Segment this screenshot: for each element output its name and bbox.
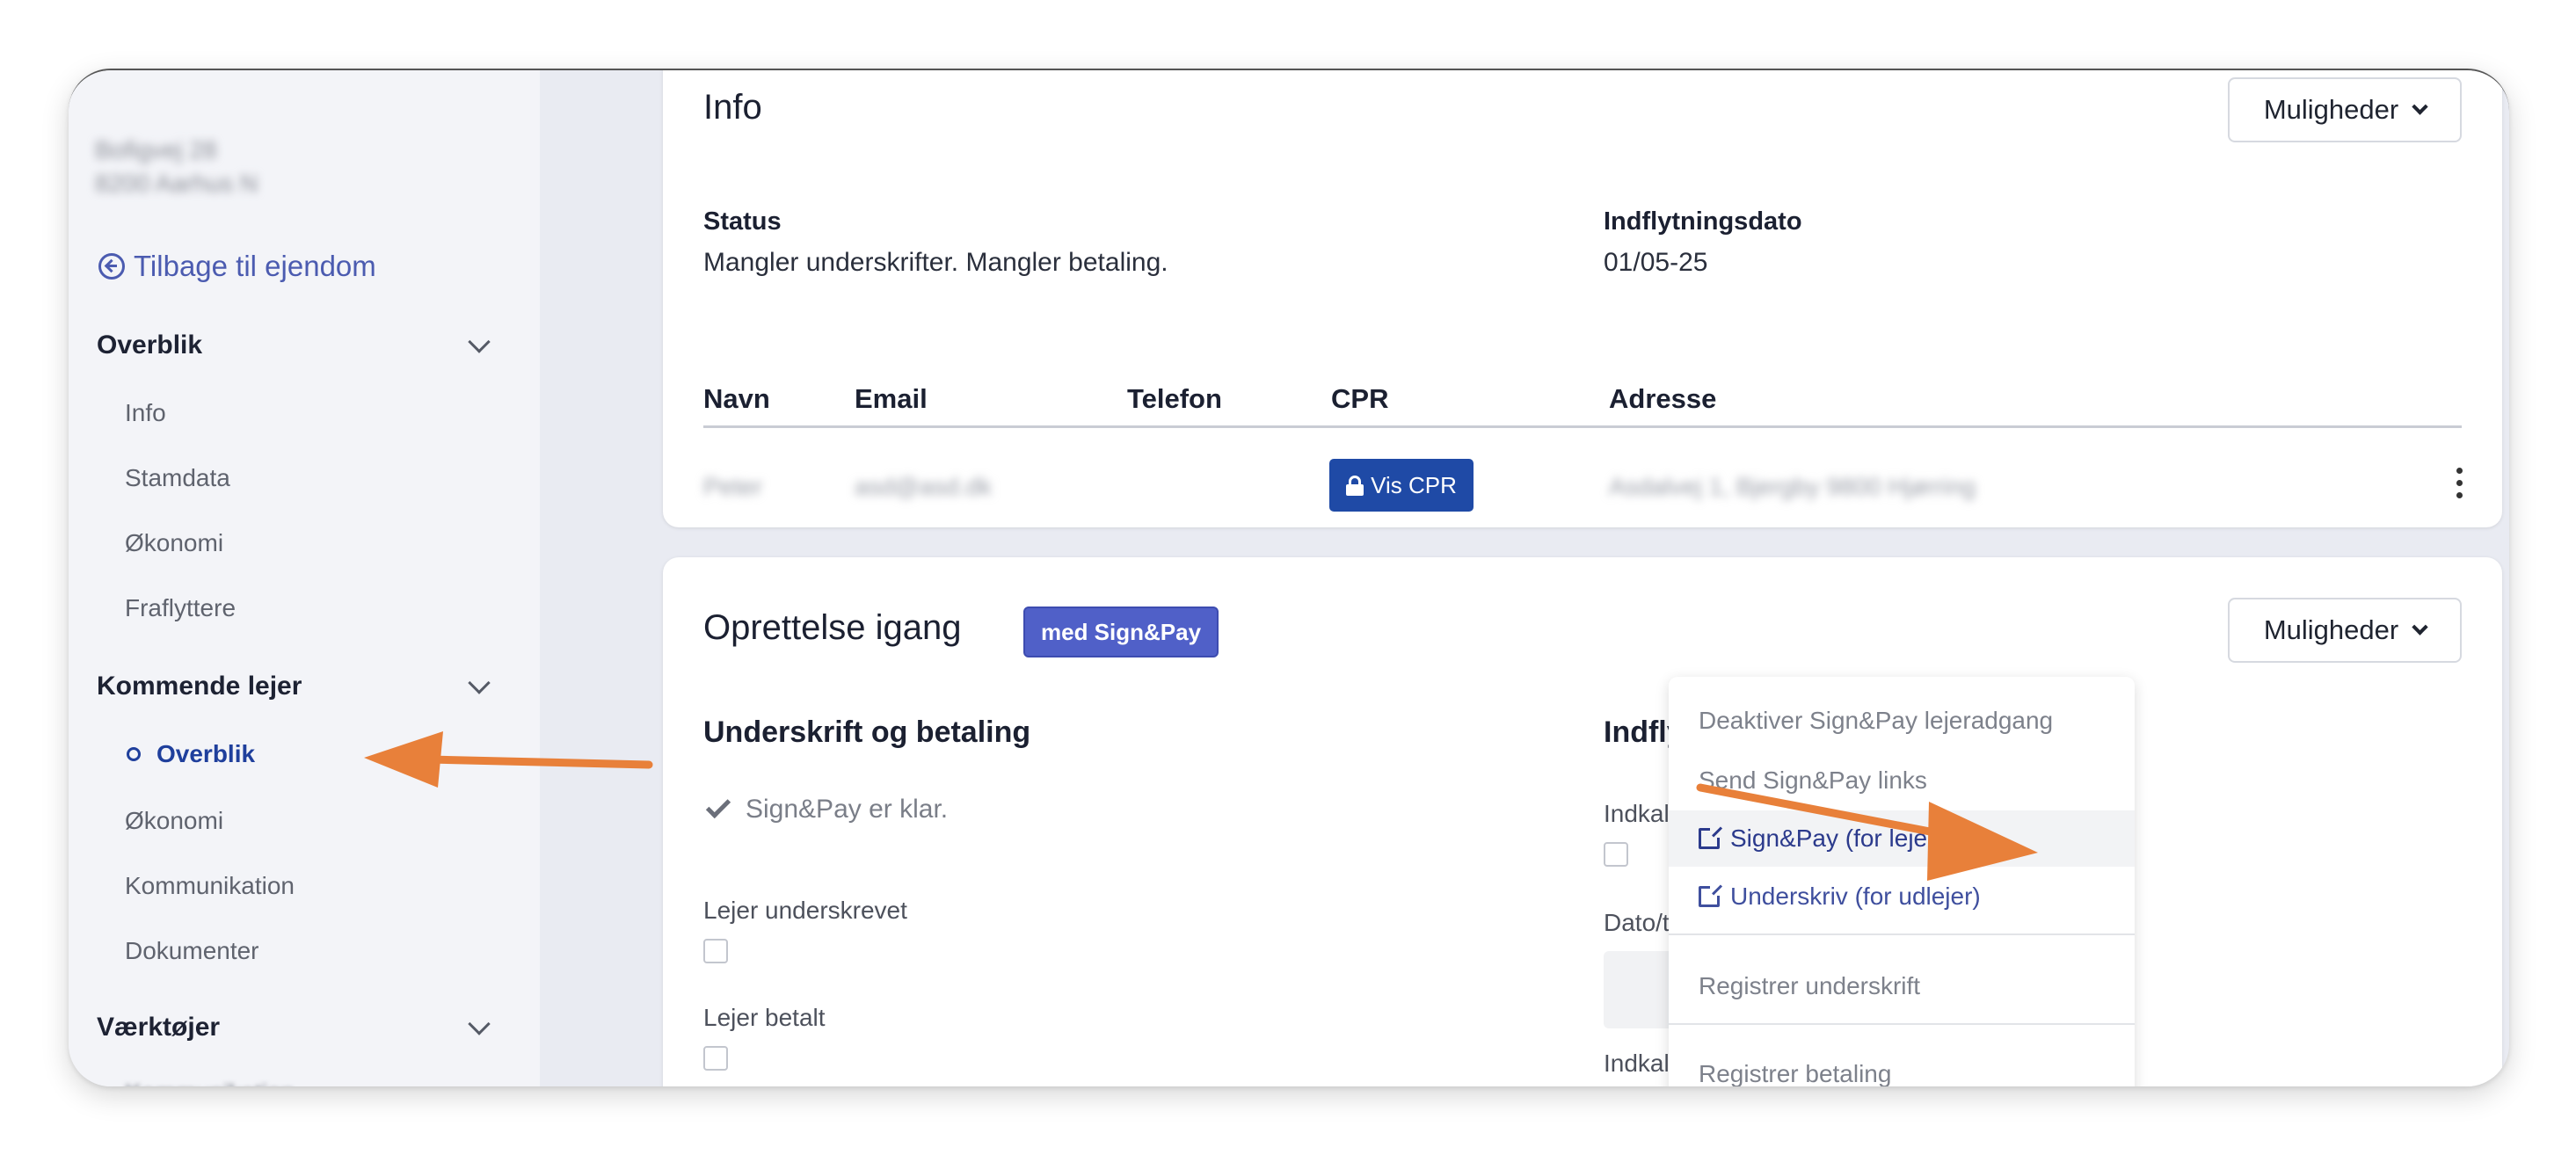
menu-divider	[1669, 1023, 2135, 1025]
sidebar-item-info[interactable]: Info	[125, 399, 166, 427]
options-dropdown-button[interactable]: Muligheder	[2228, 77, 2462, 142]
back-to-property-link[interactable]: Tilbage til ejendom	[98, 250, 376, 283]
sidebar-item-stamdata[interactable]: Stamdata	[125, 464, 230, 492]
section-label: Overblik	[97, 331, 203, 360]
annotation-arrow-left-icon	[364, 731, 653, 788]
column-header: Adresse	[1609, 383, 1717, 414]
lock-icon	[1346, 476, 1364, 496]
menu-item-label: Registrer underskrift	[1699, 972, 1921, 999]
active-dot-icon	[127, 747, 141, 761]
section-overblik[interactable]: Overblik	[97, 331, 492, 360]
sidebar-item-oekonomi[interactable]: Økonomi	[125, 529, 223, 557]
back-link-label: Tilbage til ejendom	[134, 250, 376, 282]
show-cpr-label: Vis CPR	[1371, 471, 1457, 498]
setup-title: Oprettelse igang	[703, 608, 962, 647]
ready-text: Sign&Pay er klar.	[746, 795, 949, 824]
sidebar-item-overblik-active[interactable]: Overblik	[127, 740, 255, 768]
chevron-down-icon	[468, 1013, 491, 1035]
property-address: Bofigvej 28 8200 Aarhus N	[95, 134, 258, 200]
section-label: Kommende lejer	[97, 672, 302, 701]
signpay-ready-status: Sign&Pay er klar.	[703, 793, 949, 824]
status-label: Status	[703, 207, 782, 236]
address-line: Bofigvej 28	[95, 136, 217, 163]
chevron-down-icon	[2412, 98, 2428, 115]
menu-item-label: Registrer betaling	[1699, 1060, 1892, 1086]
setup-card: Oprettelse igang med Sign&Pay Muligheder…	[663, 557, 2502, 1086]
sidebar: Bofigvej 28 8200 Aarhus N Tilbage til ej…	[69, 70, 540, 1086]
menu-item-label: Deaktiver Sign&Pay lejeradgang	[1699, 707, 2054, 734]
tenant-paid-label: Lejer betalt	[703, 1004, 826, 1031]
menu-item-register-payment[interactable]: Registrer betaling	[1669, 1046, 2135, 1086]
tenant-name: Peter	[703, 473, 762, 500]
options-dropdown-button-2[interactable]: Muligheder	[2228, 598, 2462, 663]
sidebar-item-oekonomi-2[interactable]: Økonomi	[125, 807, 223, 835]
section-vaerktoejer[interactable]: Værktøjer	[97, 1013, 492, 1042]
tenant-signed-label: Lejer underskrevet	[703, 897, 907, 924]
tenant-address: Asdalvej 1, Bjergby 9800 Hjørring	[1609, 473, 1976, 500]
annotation-arrow-right-icon	[1696, 783, 2038, 881]
menu-divider	[1669, 933, 2135, 935]
options-label: Muligheder	[2263, 94, 2399, 125]
status-value: Mangler underskrifter. Mangler betaling.	[703, 248, 1168, 277]
column-header: CPR	[1331, 383, 1389, 414]
section-label: Værktøjer	[97, 1013, 221, 1042]
menu-item-register-signature[interactable]: Registrer underskrift	[1669, 958, 2135, 1014]
address-line: 8200 Aarhus N	[95, 170, 258, 197]
sidebar-item-label: Overblik	[156, 740, 256, 767]
arrow-left-circle-icon	[98, 253, 125, 280]
chevron-down-icon	[468, 331, 491, 353]
column-header: Telefon	[1127, 383, 1222, 414]
tenant-email: asd@asd.dk	[855, 473, 993, 500]
app-window: Bofigvej 28 8200 Aarhus N Tilbage til ej…	[69, 69, 2509, 1086]
chevron-down-icon	[2412, 618, 2428, 636]
signpay-badge: med Sign&Pay	[1023, 607, 1219, 657]
sidebar-item-cut[interactable]: Kommunikation	[125, 1079, 295, 1086]
section-kommende-lejer[interactable]: Kommende lejer	[97, 672, 492, 701]
chevron-down-icon	[468, 672, 491, 694]
tenant-paid-checkbox[interactable]	[703, 1046, 728, 1071]
check-icon	[705, 793, 731, 819]
move-in-date-label: Indflytningsdato	[1604, 207, 1802, 236]
table-divider	[703, 425, 2462, 428]
menu-item-deactivate[interactable]: Deaktiver Sign&Pay lejeradgang	[1669, 693, 2135, 749]
move-in-date-value: 01/05-25	[1604, 248, 1708, 277]
sidebar-item-kommunikation[interactable]: Kommunikation	[125, 872, 295, 900]
info-card: Info Muligheder Status Mangler underskri…	[663, 70, 2502, 527]
row-menu-icon[interactable]	[2456, 468, 2465, 498]
column-header: Email	[855, 383, 928, 414]
signature-payment-heading: Underskrift og betaling	[703, 716, 1031, 749]
column-header: Navn	[703, 383, 770, 414]
options-label: Muligheder	[2263, 614, 2399, 645]
show-cpr-button[interactable]: Vis CPR	[1329, 459, 1474, 512]
invite-checkbox[interactable]	[1604, 842, 1628, 867]
tenant-signed-checkbox[interactable]	[703, 939, 728, 963]
sidebar-item-dokumenter[interactable]: Dokumenter	[125, 937, 259, 965]
info-title: Info	[703, 88, 762, 127]
sidebar-item-fraflyttere[interactable]: Fraflyttere	[125, 594, 236, 622]
